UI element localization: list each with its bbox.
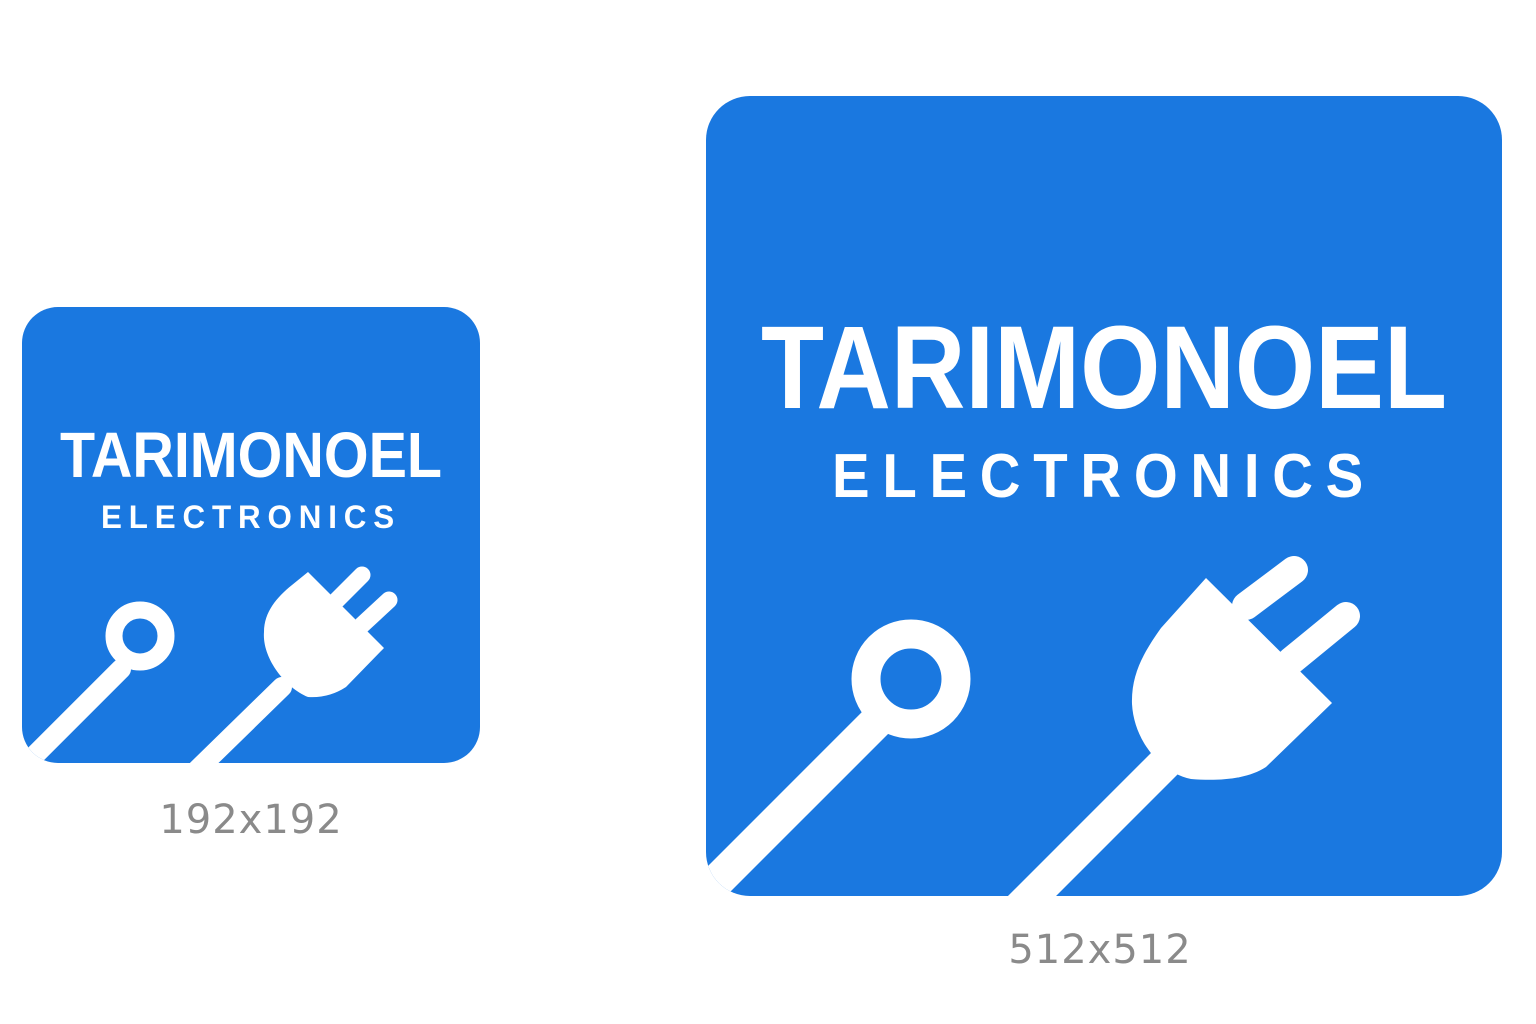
brand-subtitle: ELECTRONICS: [101, 499, 401, 535]
brand-name: TARIMONOEL: [761, 302, 1447, 434]
brand-name: TARIMONOEL: [60, 419, 442, 491]
app-icon-large: TARIMONOEL ELECTRONICS: [706, 96, 1502, 896]
app-icon-large-graphic: TARIMONOEL ELECTRONICS: [706, 96, 1502, 896]
icon-size-caption-large: 512x512: [1008, 927, 1192, 973]
brand-subtitle: ELECTRONICS: [832, 442, 1376, 511]
app-icon-small-graphic: TARIMONOEL ELECTRONICS: [22, 307, 480, 763]
app-icon-small: TARIMONOEL ELECTRONICS: [22, 307, 480, 763]
icon-size-caption-small: 192x192: [159, 797, 343, 843]
